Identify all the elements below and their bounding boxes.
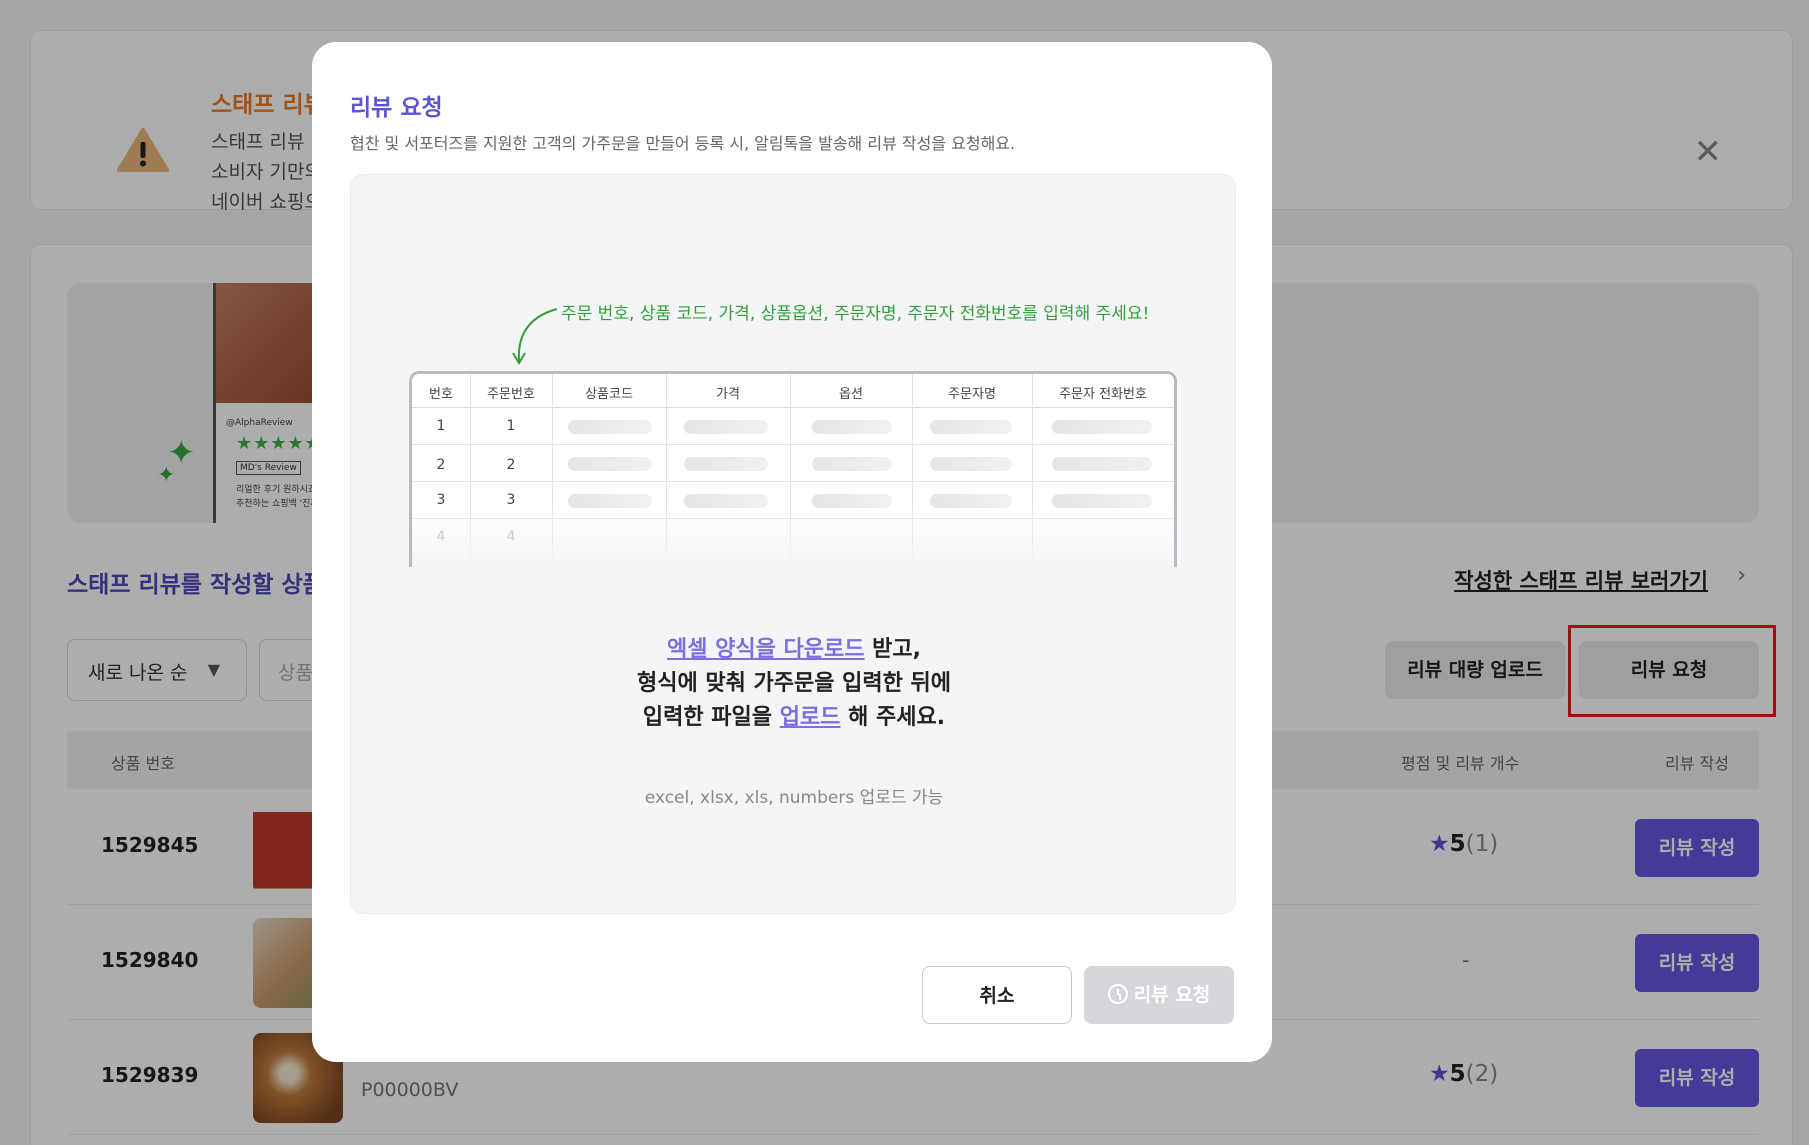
sample-header: 옵션 <box>839 387 863 402</box>
modal-subtitle: 협찬 및 서포터즈를 지원한 고객의 가주문을 만들어 등록 시, 알림톡을 발… <box>350 134 1016 153</box>
cancel-button[interactable]: 취소 <box>922 966 1072 1024</box>
clock-icon <box>1107 984 1128 1004</box>
instruction-line-2: 형식에 맞춰 가주문을 입력한 뒤에 <box>637 671 951 696</box>
sample-header: 상품코드 <box>585 387 633 402</box>
sample-row: 2 2 <box>412 445 1174 482</box>
submit-review-request-button[interactable]: 리뷰 요청 <box>1084 966 1234 1024</box>
sample-table: 번호 주문번호 상품코드 가격 옵션 주문자명 주문자 전화번호 1 1 2 2… <box>409 371 1177 567</box>
supported-formats: excel, xlsx, xls, numbers 업로드 가능 <box>644 788 944 808</box>
upload-link[interactable]: 업로드 <box>780 705 841 730</box>
sample-header: 주문번호 <box>487 387 535 402</box>
instruction-line-3: 입력한 파일을 업로드 해 주세요. <box>642 705 946 730</box>
upload-guide: 주문 번호, 상품 코드, 가격, 상품옵션, 주문자명, 주문자 전화번호를 … <box>350 174 1236 914</box>
curved-arrow-icon <box>512 308 558 365</box>
guide-hint: 주문 번호, 상품 코드, 가격, 상품옵션, 주문자명, 주문자 전화번호를 … <box>561 304 1150 324</box>
sample-header: 번호 <box>429 387 453 402</box>
sample-header: 주문자명 <box>948 387 996 402</box>
sample-row: 1 1 <box>412 408 1174 445</box>
sample-table-header: 번호 주문번호 상품코드 가격 옵션 주문자명 주문자 전화번호 <box>412 374 1174 408</box>
download-template-link[interactable]: 엑셀 양식을 다운로드 <box>667 637 864 662</box>
sample-header: 가격 <box>716 387 740 402</box>
instruction-line-1: 엑셀 양식을 다운로드 받고, <box>667 637 921 662</box>
sample-header: 주문자 전화번호 <box>1059 387 1147 402</box>
modal-title: 리뷰 요청 <box>350 95 443 121</box>
review-request-modal: 리뷰 요청 협찬 및 서포터즈를 지원한 고객의 가주문을 만들어 등록 시, … <box>312 42 1272 1062</box>
